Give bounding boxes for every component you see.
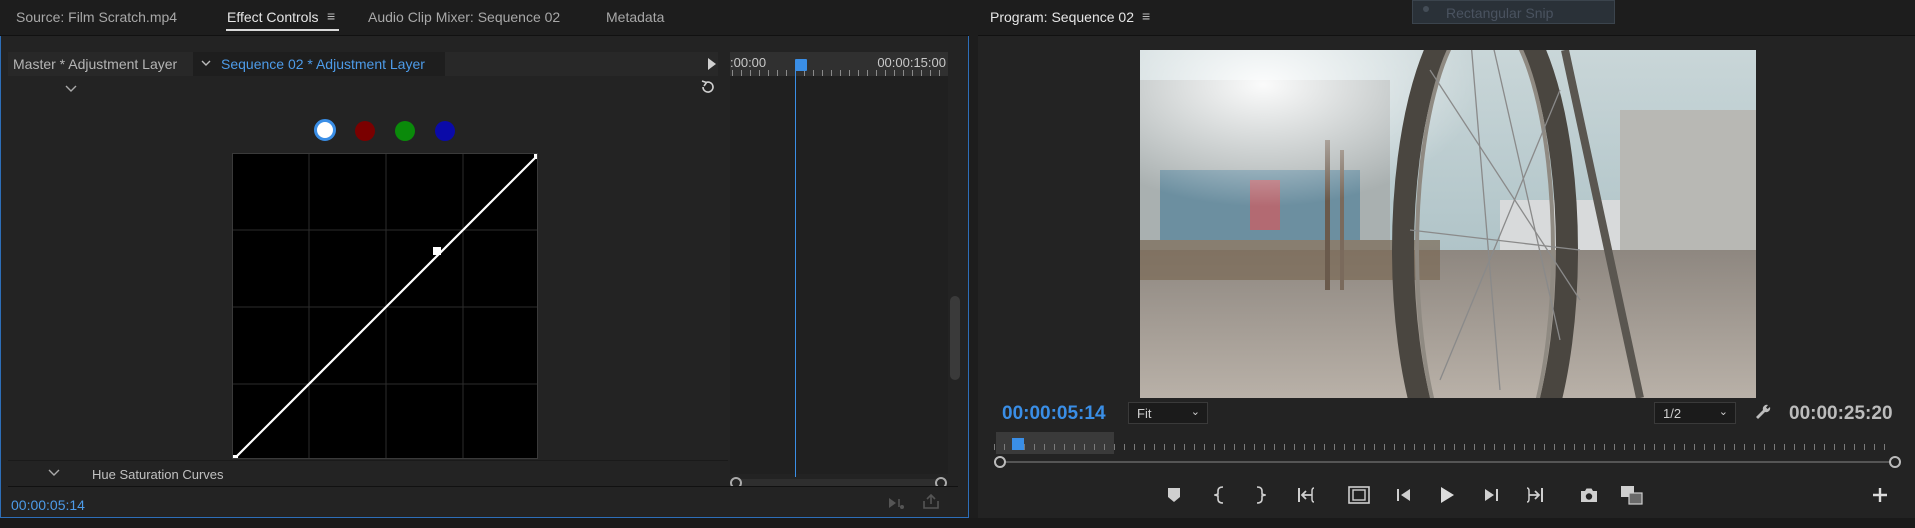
left-tab-bar: Source: Film Scratch.mp4 Effect Controls… <box>0 0 969 36</box>
scrub-handle-left[interactable] <box>994 456 1006 468</box>
ruler-start-label: :00:00 <box>730 55 767 70</box>
go-to-in-button[interactable] <box>1294 483 1320 507</box>
mark-out-icon <box>1256 486 1266 504</box>
compare-view-button[interactable] <box>1619 483 1645 507</box>
ruler-end-label: 00:00:15:00 <box>877 55 946 70</box>
compare-view-icon <box>1621 486 1643 505</box>
rgb-curve-graph[interactable] <box>232 153 538 459</box>
chevron-down-icon: ⌄ <box>1718 406 1728 418</box>
program-scrub-bar[interactable] <box>1000 461 1894 463</box>
chevron-down-icon: ⌄ <box>1190 406 1200 418</box>
step-back-icon <box>1397 489 1410 501</box>
play-icon <box>1441 487 1454 503</box>
step-forward-icon <box>1485 489 1498 501</box>
scrub-handle-right[interactable] <box>1889 456 1901 468</box>
export-icon[interactable] <box>922 494 940 510</box>
master-channel-button[interactable] <box>314 119 336 141</box>
duration-timecode: 00:00:25:20 <box>1789 403 1893 424</box>
red-channel-button[interactable] <box>355 121 375 141</box>
mark-in-icon <box>1214 486 1224 504</box>
audio-toggle-icon[interactable] <box>888 496 908 510</box>
master-clip-label[interactable]: Master * Adjustment Layer <box>13 56 177 72</box>
marker-icon <box>1168 488 1180 502</box>
export-frame-button[interactable] <box>1576 483 1602 507</box>
sequence-clip-tab[interactable]: Sequence 02 * Adjustment Layer <box>193 52 445 76</box>
green-channel-button[interactable] <box>395 121 415 141</box>
step-back-button[interactable] <box>1391 483 1417 507</box>
tab-source[interactable]: Source: Film Scratch.mp4 <box>16 9 177 25</box>
play-triangle-icon[interactable] <box>708 58 716 70</box>
clip-header: Master * Adjustment Layer Sequence 02 * … <box>8 52 718 76</box>
section-row: Hue Saturation Curves <box>8 460 728 484</box>
playhead-handle[interactable] <box>795 59 807 71</box>
program-ruler-ticks <box>994 444 1894 450</box>
playhead-line <box>795 71 796 477</box>
safe-margins-icon <box>1348 486 1370 504</box>
go-to-in-icon <box>1298 487 1315 503</box>
sequence-clip-label: Sequence 02 * Adjustment Layer <box>221 56 425 72</box>
ec-timecode[interactable]: 00:00:05:14 <box>11 497 85 513</box>
zoom-level-value: Fit <box>1137 406 1152 421</box>
snip-bullet <box>1423 6 1429 12</box>
resolution-value: 1/2 <box>1663 406 1682 421</box>
snip-tooltip: Rectangular Snip <box>1412 0 1615 24</box>
curve-endpoint-bottom <box>233 455 238 458</box>
plus-icon <box>1873 488 1887 502</box>
video-frame-image <box>1140 50 1756 398</box>
window-bottom-bar <box>0 518 1915 528</box>
mark-in-button[interactable] <box>1207 483 1233 507</box>
button-editor-button[interactable] <box>1867 483 1893 507</box>
panel-menu-icon[interactable]: ≡ <box>327 8 335 24</box>
zoom-level-dropdown[interactable]: Fit ⌄ <box>1128 402 1208 424</box>
program-playhead[interactable] <box>1012 438 1024 450</box>
tab-audio-clip-mixer[interactable]: Audio Clip Mixer: Sequence 02 <box>368 9 560 25</box>
tab-effect-controls[interactable]: Effect Controls <box>227 9 319 25</box>
go-to-out-icon <box>1526 487 1543 503</box>
current-timecode[interactable]: 00:00:05:14 <box>1002 403 1106 425</box>
resolution-dropdown[interactable]: 1/2 ⌄ <box>1654 402 1736 424</box>
tab-metadata[interactable]: Metadata <box>606 9 664 25</box>
camera-icon <box>1581 488 1597 502</box>
collapse-chevron-icon[interactable] <box>65 85 77 93</box>
reset-icon[interactable] <box>699 78 717 96</box>
blue-channel-button[interactable] <box>435 121 455 141</box>
snip-label: Rectangular Snip <box>1446 5 1554 21</box>
section-label[interactable]: Hue Saturation Curves <box>92 467 224 482</box>
tab-program[interactable]: Program: Sequence 02 <box>990 9 1134 25</box>
chevron-down-icon[interactable] <box>48 469 60 477</box>
curve-control-point <box>433 247 441 255</box>
go-to-out-button[interactable] <box>1521 483 1547 507</box>
premiere-workspace: Source: Film Scratch.mp4 Effect Controls… <box>0 0 1915 528</box>
wrench-icon[interactable] <box>1754 403 1772 421</box>
play-button[interactable] <box>1434 483 1460 507</box>
mark-out-button[interactable] <box>1247 483 1273 507</box>
active-tab-underline <box>226 29 339 31</box>
ec-timeline-track[interactable] <box>730 76 948 474</box>
safe-margins-button[interactable] <box>1346 483 1372 507</box>
curve-grid <box>233 154 537 458</box>
panel-menu-icon[interactable]: ≡ <box>1142 8 1150 24</box>
curve-endpoint-top <box>534 154 537 159</box>
program-video-frame[interactable] <box>1140 50 1756 398</box>
vertical-scrollbar[interactable] <box>950 296 960 380</box>
add-marker-button[interactable] <box>1161 483 1187 507</box>
step-forward-button[interactable] <box>1478 483 1504 507</box>
ec-status-bar: 00:00:05:14 <box>8 486 958 516</box>
chevron-down-icon[interactable] <box>201 60 211 68</box>
